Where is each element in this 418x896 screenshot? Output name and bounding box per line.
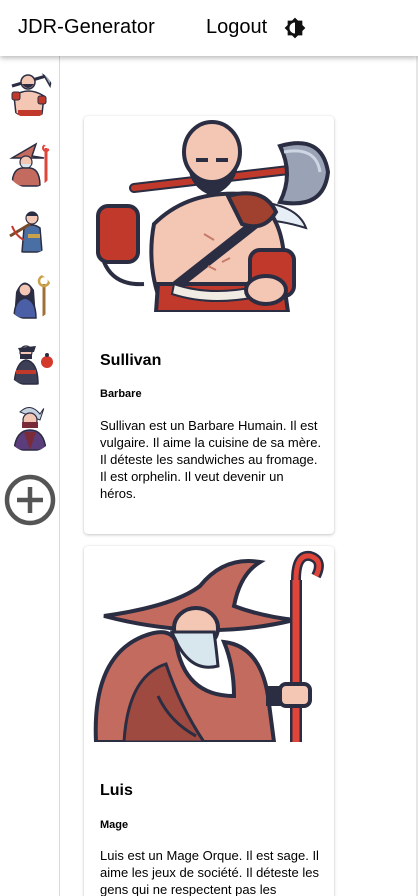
character-card[interactable]: Sullivan Barbare Sullivan est un Barbare… [84,116,334,534]
character-class: Mage [100,819,129,831]
character-description: Luis est un Mage Orque. Il est sage. Il … [100,848,319,896]
priestess-avatar-icon[interactable] [6,272,54,320]
rogue-avatar-icon[interactable] [6,338,54,386]
brightness-icon[interactable] [284,17,306,39]
add-circle-icon[interactable] [4,474,56,526]
logout-button[interactable]: Logout [206,16,267,39]
wizard-portrait [84,546,334,742]
app-bar: JDR-Generator Logout [0,0,418,56]
character-description: Sullivan est un Barbare Humain. Il est v… [100,418,322,501]
barbarian-portrait [84,116,334,312]
character-class: Barbare [100,388,142,400]
barbarian-avatar-icon[interactable] [6,70,54,118]
ninja-avatar-icon[interactable] [6,404,54,452]
character-card[interactable]: Luis Mage Luis est un Mage Orque. Il est… [84,546,334,896]
character-name: Luis [100,782,133,799]
app-title[interactable]: JDR-Generator [18,16,155,39]
sidebar [0,56,60,896]
wizard-avatar-icon[interactable] [6,140,54,188]
character-name: Sullivan [100,352,162,369]
crossbow-hunter-avatar-icon[interactable] [6,206,54,254]
